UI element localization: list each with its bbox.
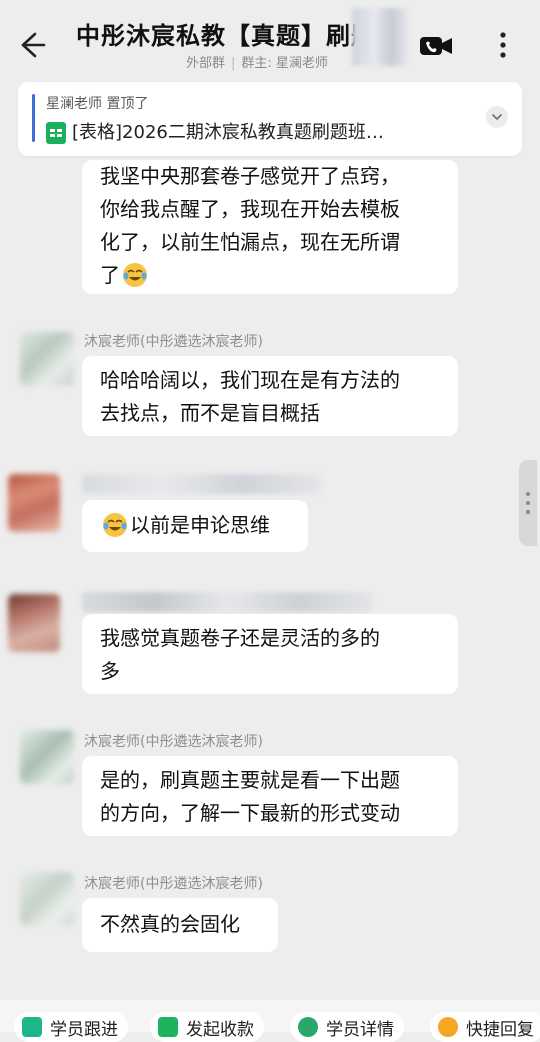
chat-subtitle: 外部群 | 群主: 星澜老师 (186, 56, 328, 71)
message-line: 化了，以前生怕漏点，现在无所谓 (100, 230, 400, 254)
pinned-message-card[interactable]: 星澜老师 置顶了 [表格]2026二期沐宸私教真题刷题班… (18, 82, 522, 156)
student-followup-button[interactable]: 学员跟进 (14, 1012, 128, 1042)
voice-video-call-icon[interactable] (420, 33, 454, 59)
chevron-down-icon (492, 114, 502, 120)
quick-action-bar: 学员跟进 发起收款 学员详情 快捷回复 (0, 1000, 540, 1042)
sender-name: 沐宸老师(中彤遴选沐宸老师) (84, 734, 263, 750)
message-line: 是的，刷真题主要就是看一下出题 (100, 768, 400, 792)
group-type-label: 外部群 (186, 56, 226, 71)
chip-label: 学员详情 (326, 1019, 394, 1040)
message-line: 不然真的会固化 (100, 912, 240, 936)
quick-reply-icon (438, 1017, 458, 1037)
follow-up-icon (22, 1017, 42, 1037)
payment-icon (158, 1017, 178, 1037)
message-bubble: 哈哈哈阔以，我们现在是有方法的 去找点，而不是盲目概括 (82, 356, 458, 436)
sender-name: 沐宸老师(中彤遴选沐宸老师) (84, 334, 263, 350)
side-scroll-handle[interactable] (519, 460, 537, 546)
pinned-file-title: [表格]2026二期沐宸私教真题刷题班… (72, 122, 384, 143)
message-bubble: 我坚中央那套卷子感觉开了点窍， 你给我点醒了，我现在开始去模板 化了，以前生怕漏… (82, 160, 458, 294)
laugh-cry-emoji-icon (123, 263, 147, 287)
laugh-cry-emoji-icon (103, 513, 127, 537)
pinned-accent-bar (32, 94, 35, 142)
sender-name-blurred (82, 592, 372, 612)
more-options-icon[interactable] (496, 30, 510, 60)
chat-header: 中彤沐宸私教【真题】刷题 外部群 | 群主: 星澜老师 (0, 0, 540, 82)
message-line: 哈哈哈阔以，我们现在是有方法的 (100, 368, 400, 392)
sender-name-blurred (82, 474, 322, 494)
avatar[interactable] (20, 332, 74, 386)
message-line: 我感觉真题卷子还是灵活的多的 (100, 626, 380, 650)
message-line: 多 (100, 659, 120, 683)
message-line: 的方向，了解一下最新的形式变动 (100, 801, 400, 825)
start-payment-button[interactable]: 发起收款 (150, 1012, 264, 1042)
pinned-author: 星澜老师 置顶了 (46, 96, 149, 112)
title-blurred-region (352, 8, 408, 66)
message-bubble: 不然真的会固化 (82, 898, 278, 952)
message-bubble: 我感觉真题卷子还是灵活的多的 多 (82, 614, 458, 694)
message-line: 了 (100, 259, 440, 292)
message-line: 以前是申论思维 (100, 509, 290, 542)
back-arrow-icon[interactable] (14, 28, 48, 62)
message-line: 你给我点醒了，我现在开始去模板 (100, 197, 400, 221)
avatar[interactable] (8, 474, 60, 532)
avatar[interactable] (8, 594, 60, 652)
sender-name: 沐宸老师(中彤遴选沐宸老师) (84, 876, 263, 892)
chat-title: 中彤沐宸私教【真题】刷题 (76, 22, 376, 50)
message-line: 去找点，而不是盲目概括 (100, 401, 320, 425)
spreadsheet-icon (46, 122, 66, 144)
message-bubble: 以前是申论思维 (82, 500, 308, 552)
chip-label: 学员跟进 (50, 1019, 118, 1040)
avatar[interactable] (20, 872, 74, 926)
chip-label: 发起收款 (186, 1019, 254, 1040)
quick-reply-button[interactable]: 快捷回复 (430, 1012, 540, 1042)
student-detail-icon (298, 1017, 318, 1037)
message-bubble: 是的，刷真题主要就是看一下出题 的方向，了解一下最新的形式变动 (82, 756, 458, 836)
student-detail-button[interactable]: 学员详情 (290, 1012, 404, 1042)
message-line: 我坚中央那套卷子感觉开了点窍， (100, 164, 400, 188)
chip-label: 快捷回复 (466, 1019, 534, 1040)
expand-pinned-button[interactable] (486, 106, 508, 128)
group-owner-label: 群主: 星澜老师 (241, 56, 328, 71)
avatar[interactable] (20, 730, 74, 784)
